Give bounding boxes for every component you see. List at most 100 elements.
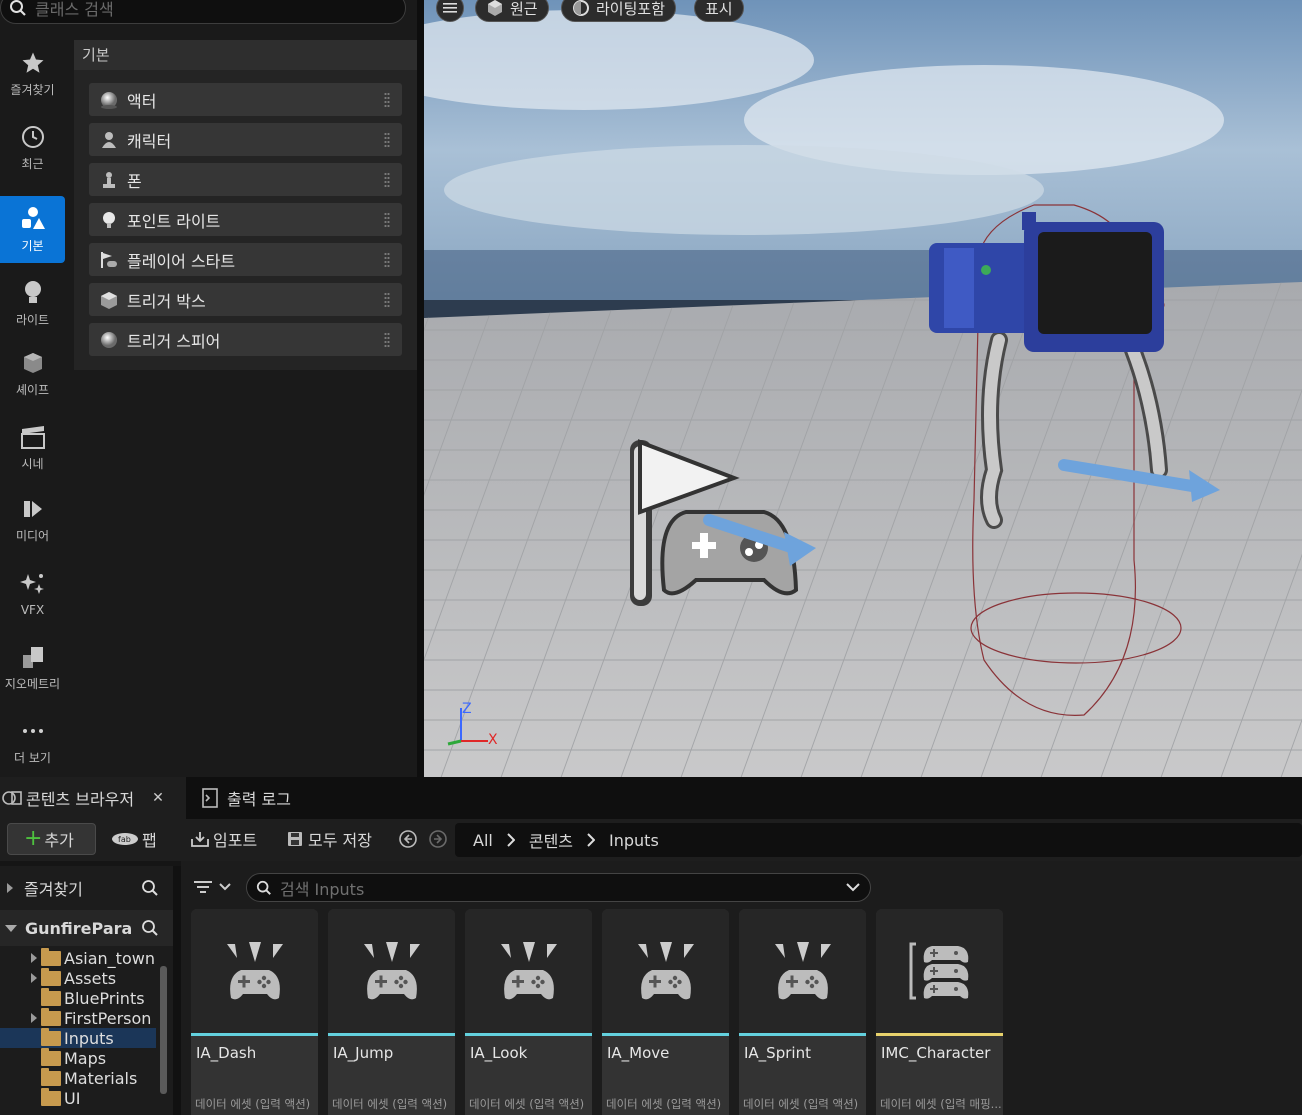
show-flags-button[interactable]: 표시 <box>694 0 744 22</box>
player-start-icon <box>101 251 117 268</box>
place-item-trigger-sphere[interactable]: 트리거 스피어 <box>89 323 402 356</box>
input-action-icon <box>774 942 831 1000</box>
history-back-button[interactable] <box>398 823 418 855</box>
drag-grip-icon[interactable] <box>384 172 390 188</box>
folder-item[interactable]: UI <box>0 1087 160 1108</box>
place-item-pawn[interactable]: 폰 <box>89 163 402 196</box>
category-label: 기본 <box>21 239 44 253</box>
place-item-trigger-box[interactable]: 트리거 박스 <box>89 283 402 316</box>
category-media[interactable]: 미디어 <box>0 486 65 553</box>
place-item-label: 플레이어 스타트 <box>127 251 236 271</box>
expand-arrow-icon[interactable] <box>7 883 13 893</box>
folder-label: UI <box>64 1088 81 1108</box>
folder-icon <box>41 947 61 966</box>
folder-item[interactable]: Assets <box>0 967 160 988</box>
lighting-mode-button[interactable]: 라이팅포함 <box>561 0 677 22</box>
panel-splitter[interactable] <box>173 866 181 1115</box>
folder-item[interactable]: Materials <box>0 1067 160 1088</box>
tree-scrollbar[interactable] <box>160 966 167 1094</box>
panel-splitter[interactable] <box>417 0 424 777</box>
chevron-right-icon[interactable] <box>507 833 515 847</box>
place-item-label: 포인트 라이트 <box>127 211 221 231</box>
category-rail: 즐겨찾기 최근 기본 라이트 셰이프 시네 미디어 VFX 지오메트리 더 보기 <box>0 40 65 777</box>
import-button[interactable]: 임포트 <box>190 823 257 855</box>
expand-arrow-icon[interactable] <box>31 953 37 963</box>
drag-grip-icon[interactable] <box>384 292 390 308</box>
place-item-player-start[interactable]: 플레이어 스타트 <box>89 243 402 276</box>
point-light-icon <box>103 211 115 228</box>
project-section-header[interactable]: GunfireParagon <box>0 910 173 946</box>
class-search-input[interactable]: 클래스 검색 <box>0 0 406 24</box>
search-icon[interactable] <box>141 879 159 897</box>
drag-grip-icon[interactable] <box>384 212 390 228</box>
folder-item[interactable]: BluePrints <box>0 987 160 1008</box>
asset-search-input[interactable]: 검색 Inputs <box>246 873 871 902</box>
category-vfx[interactable]: VFX <box>0 560 65 627</box>
lighting-label: 라이팅포함 <box>596 0 666 18</box>
breadcrumb-item[interactable]: All <box>473 831 493 850</box>
chevron-down-icon[interactable] <box>846 883 860 892</box>
breadcrumb-item[interactable]: 콘텐츠 <box>529 828 573 852</box>
drag-grip-icon[interactable] <box>384 132 390 148</box>
category-recent[interactable]: 최근 <box>0 114 65 181</box>
search-icon <box>10 0 26 16</box>
axis-x-label: X <box>488 732 498 748</box>
asset-tile[interactable]: IMC_Character 데이터 에셋 (입력 매핑... <box>876 909 1003 1115</box>
close-tab-icon[interactable]: ✕ <box>152 790 164 806</box>
category-lights[interactable]: 라이트 <box>0 270 65 337</box>
tab-content-browser[interactable]: 콘텐츠 브라우저 ✕ <box>0 777 186 819</box>
asset-tile[interactable]: IA_Move 데이터 에셋 (입력 액션) <box>602 909 729 1115</box>
cube-icon <box>23 353 42 373</box>
search-icon[interactable] <box>141 919 159 937</box>
folder-icon <box>41 987 61 1006</box>
add-button[interactable]: + 추가 <box>7 823 96 855</box>
level-viewport[interactable]: Z X 원근 라이팅포함 표시 <box>424 0 1302 777</box>
save-icon <box>288 832 302 846</box>
place-item-point-light[interactable]: 포인트 라이트 <box>89 203 402 236</box>
tab-output-log[interactable]: 출력 로그 <box>202 777 291 819</box>
category-more[interactable]: 더 보기 <box>0 708 65 775</box>
asset-tile[interactable]: IA_Dash 데이터 에셋 (입력 액션) <box>191 909 318 1115</box>
geometry-icon <box>22 647 43 668</box>
place-item-character[interactable]: 캐릭터 <box>89 123 402 156</box>
expand-arrow-icon[interactable] <box>31 973 37 983</box>
asset-tile[interactable]: IA_Sprint 데이터 에셋 (입력 액션) <box>739 909 866 1115</box>
filter-button[interactable] <box>193 873 237 901</box>
folder-item[interactable]: Asian_town <box>0 947 160 968</box>
favorites-section-header[interactable]: 즐겨찾기 <box>0 870 173 906</box>
category-shapes[interactable]: 셰이프 <box>0 340 65 407</box>
asset-tile[interactable]: IA_Look 데이터 에셋 (입력 액션) <box>465 909 592 1115</box>
asset-name: IMC_Character <box>881 1044 991 1062</box>
place-item-actor[interactable]: 액터 <box>89 83 402 116</box>
asset-type: 데이터 에셋 (입력 액션) <box>469 1097 585 1111</box>
save-all-button[interactable]: 모두 저장 <box>287 823 372 855</box>
perspective-button[interactable]: 원근 <box>475 0 549 22</box>
drag-grip-icon[interactable] <box>384 252 390 268</box>
category-favorites[interactable]: 즐겨찾기 <box>0 40 65 107</box>
drag-grip-icon[interactable] <box>384 92 390 108</box>
collapse-arrow-icon[interactable] <box>5 924 17 932</box>
category-geometry[interactable]: 지오메트리 <box>0 634 65 701</box>
hamburger-icon <box>443 3 457 13</box>
output-log-icon <box>202 788 218 808</box>
asset-type: 데이터 에셋 (입력 액션) <box>332 1097 448 1111</box>
asset-tile[interactable]: IA_Jump 데이터 에셋 (입력 액션) <box>328 909 455 1115</box>
folder-item[interactable]: Maps <box>0 1047 160 1068</box>
expand-arrow-icon[interactable] <box>31 1013 37 1023</box>
folder-item[interactable]: FirstPerson <box>0 1007 160 1028</box>
fab-button[interactable]: fab 팹 <box>111 823 157 855</box>
folder-item-selected[interactable]: Inputs <box>0 1027 156 1048</box>
category-basic[interactable]: 기본 <box>0 196 65 263</box>
place-item-label: 트리거 스피어 <box>127 331 221 351</box>
asset-type: 데이터 에셋 (입력 액션) <box>606 1097 722 1111</box>
folder-label: FirstPerson <box>64 1008 152 1028</box>
axis-z-label: Z <box>462 701 472 717</box>
history-forward-button[interactable] <box>428 823 448 855</box>
category-cinematic[interactable]: 시네 <box>0 414 65 481</box>
forward-arrow-icon <box>429 830 447 848</box>
drag-grip-icon[interactable] <box>384 332 390 348</box>
breadcrumb-item[interactable]: Inputs <box>609 831 659 850</box>
input-action-icon <box>363 942 420 1000</box>
folder-label: Asian_town <box>64 948 155 968</box>
chevron-right-icon[interactable] <box>587 833 596 847</box>
